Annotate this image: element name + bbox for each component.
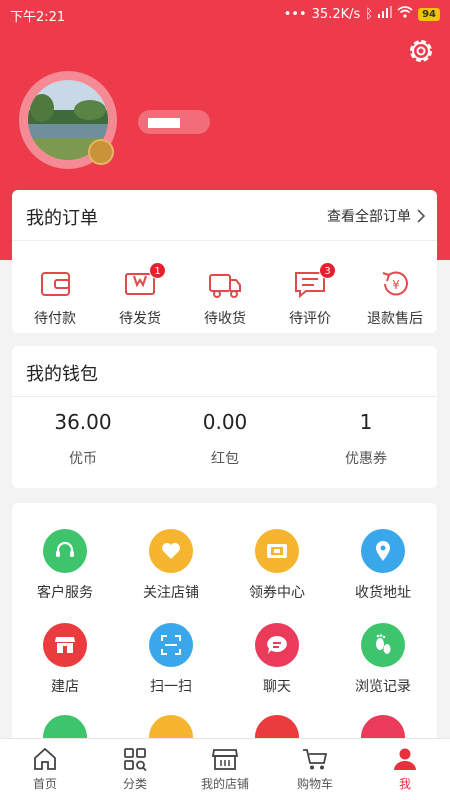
chevron-right-icon — [417, 209, 425, 223]
wallet-card: 我的钱包 36.00 优币 0.00 红包 1 优惠券 — [12, 346, 437, 488]
service-shipping-address[interactable]: 收货地址 — [333, 529, 433, 602]
order-pending-payment[interactable]: 待付款 — [15, 268, 95, 328]
package-icon: 1 — [122, 262, 166, 300]
svg-text:¥: ¥ — [392, 278, 400, 292]
battery-level: 94 — [418, 7, 440, 21]
username-redacted — [148, 118, 180, 128]
status-bar: 下午2:21 ••• 35.2K/s ᛒ 94 — [0, 0, 450, 30]
location-icon — [361, 529, 405, 573]
service-scan[interactable]: 扫一扫 — [121, 623, 221, 696]
gear-icon[interactable] — [406, 36, 436, 66]
wallet-label: 红包 — [211, 451, 239, 467]
wallet-label: 优惠券 — [345, 451, 387, 467]
wallet-value: 1 — [359, 410, 373, 434]
wifi-icon — [397, 6, 413, 22]
wallet-value: 36.00 — [54, 410, 112, 434]
wallet-red-packet[interactable]: 0.00 红包 — [170, 410, 280, 468]
wallet-coins[interactable]: 36.00 优币 — [28, 410, 138, 468]
order-badge: 3 — [319, 262, 336, 279]
order-pending-review[interactable]: 3 待评价 — [270, 262, 350, 328]
footprint-icon — [361, 623, 405, 667]
service-label: 浏览记录 — [355, 679, 411, 695]
tab-category[interactable]: 分类 — [90, 747, 180, 792]
member-level-icon — [88, 139, 114, 165]
order-badge: 1 — [149, 262, 166, 279]
refund-icon: ¥ — [377, 268, 413, 300]
wallet-divider — [12, 396, 437, 397]
view-all-orders-label: 查看全部订单 — [327, 209, 411, 225]
shop-icon — [211, 749, 239, 770]
wallet-label: 优币 — [69, 451, 97, 467]
order-status-label: 待付款 — [34, 311, 76, 327]
category-icon — [124, 748, 147, 771]
orders-divider — [12, 240, 437, 241]
service-label: 收货地址 — [355, 585, 411, 601]
wallet-title: 我的钱包 — [26, 364, 98, 385]
order-status-label: 退款售后 — [367, 311, 423, 327]
services-card: 客户服务 关注店铺 领券中心 收货地址 建店 扫一扫 聊天 浏览记录 — [12, 503, 437, 759]
more-dots-icon: ••• — [283, 6, 307, 22]
order-status-label: 待收货 — [204, 311, 246, 327]
service-label: 关注店铺 — [143, 585, 199, 601]
signal-icon — [378, 6, 393, 22]
tab-label: 我的店铺 — [200, 777, 249, 791]
orders-title: 我的订单 — [26, 208, 98, 229]
order-pending-receipt[interactable]: 待收货 — [185, 268, 265, 328]
orders-card: 我的订单 查看全部订单 待付款 1 待发货 待收货 3 待评价 ¥ 退款售后 — [12, 190, 437, 333]
tab-label: 首页 — [32, 777, 57, 791]
tab-home[interactable]: 首页 — [0, 747, 90, 792]
order-pending-shipment[interactable]: 1 待发货 — [100, 262, 180, 328]
service-chat[interactable]: 聊天 — [227, 623, 327, 696]
service-followed-stores[interactable]: 关注店铺 — [121, 529, 221, 602]
wallet-value: 0.00 — [202, 410, 248, 434]
view-all-orders-link[interactable]: 查看全部订单 — [327, 206, 425, 226]
order-status-label: 待发货 — [119, 311, 161, 327]
tab-cart[interactable]: 购物车 — [270, 747, 360, 792]
service-customer-service[interactable]: 客户服务 — [15, 529, 115, 602]
order-status-label: 待评价 — [289, 311, 331, 327]
scan-icon — [149, 623, 193, 667]
heart-icon — [149, 529, 193, 573]
home-icon — [34, 747, 56, 770]
service-coupon-center[interactable]: 领券中心 — [227, 529, 327, 602]
service-label: 建店 — [51, 679, 79, 695]
coupon-icon — [255, 529, 299, 573]
tab-label: 购物车 — [296, 777, 333, 791]
wallet-icon — [37, 268, 73, 300]
bluetooth-icon: ᛒ — [365, 6, 374, 22]
cart-icon — [303, 749, 328, 770]
service-label: 领券中心 — [249, 585, 305, 601]
comment-icon: 3 — [292, 262, 336, 300]
service-label: 扫一扫 — [150, 679, 192, 695]
tab-label: 我 — [398, 777, 411, 791]
wallet-coupons[interactable]: 1 优惠券 — [311, 410, 421, 468]
status-time: 下午2:21 — [10, 10, 66, 25]
headset-icon — [43, 529, 87, 573]
tab-me[interactable]: 我 — [360, 747, 450, 792]
user-icon — [394, 748, 416, 770]
service-build-store[interactable]: 建店 — [15, 623, 115, 696]
tab-label: 分类 — [122, 777, 147, 791]
bottom-tab-bar: 首页 分类 我的店铺 购物车 我 — [0, 738, 450, 800]
order-refund-aftersale[interactable]: ¥ 退款售后 — [355, 268, 435, 328]
service-label: 聊天 — [263, 679, 291, 695]
service-browse-history[interactable]: 浏览记录 — [333, 623, 433, 696]
service-label: 客户服务 — [37, 585, 93, 601]
truck-icon — [207, 268, 243, 300]
tab-my-shop[interactable]: 我的店铺 — [180, 747, 270, 792]
store-icon — [43, 623, 87, 667]
chat-icon — [255, 623, 299, 667]
network-speed: 35.2K/s — [311, 6, 361, 22]
